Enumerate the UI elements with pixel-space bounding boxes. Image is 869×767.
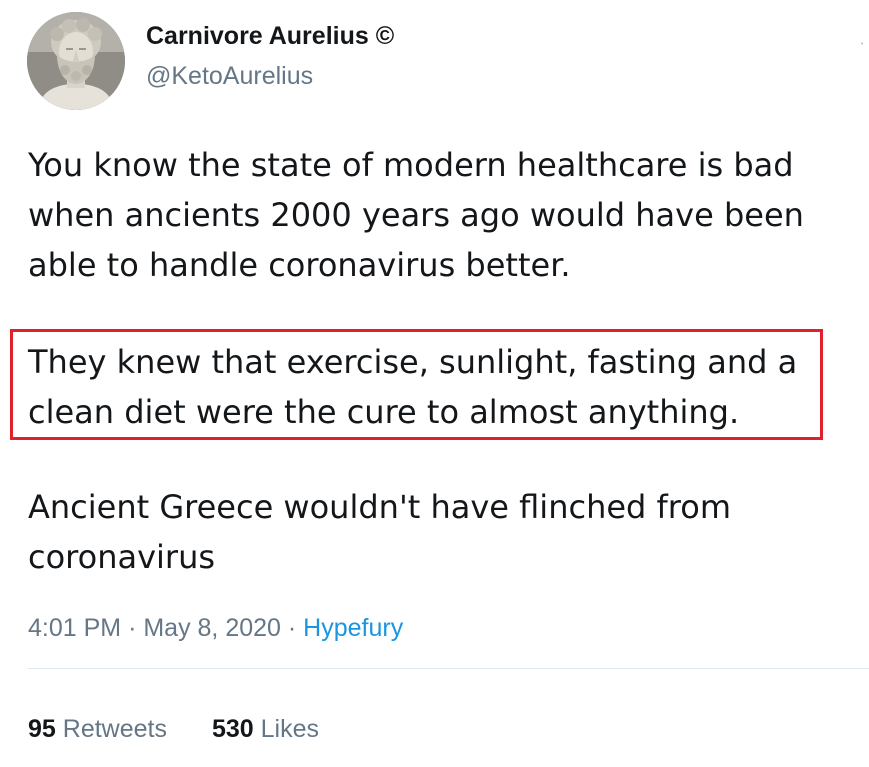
author-display-name[interactable]: Carnivore Aurelius © xyxy=(146,22,394,51)
divider xyxy=(28,668,869,669)
tweet-line: Ancient Greece wouldn't have flinched fr… xyxy=(28,488,731,526)
chevron-down-icon[interactable]: ˅ xyxy=(860,43,866,51)
author-handle[interactable]: @KetoAurelius xyxy=(146,62,313,91)
likes-stat[interactable]: 530 Likes xyxy=(212,715,319,744)
meta-separator: · xyxy=(128,614,137,642)
tweet-paragraph-3: Ancient Greece wouldn't have flinched fr… xyxy=(28,482,731,582)
tweet-card: Carnivore Aurelius © @KetoAurelius ˅ You… xyxy=(0,0,869,767)
retweets-stat[interactable]: 95 Retweets xyxy=(28,715,167,744)
marble-bust-avatar-icon xyxy=(27,12,125,110)
retweets-label: Retweets xyxy=(62,715,167,743)
likes-label: Likes xyxy=(260,715,319,743)
meta-separator: · xyxy=(287,614,297,642)
tweet-time[interactable]: 4:01 PM xyxy=(28,614,121,642)
tweet-date[interactable]: May 8, 2020 xyxy=(143,614,281,642)
tweet-meta: 4:01 PM · May 8, 2020 · Hypefury xyxy=(28,614,403,643)
tweet-line: coronavirus xyxy=(28,538,216,576)
tweet-stats: 95 Retweets 530 Likes xyxy=(28,715,319,744)
tweet-line: able to handle coronavirus better. xyxy=(28,246,571,284)
tweet-line: They knew that exercise, sunlight, fasti… xyxy=(28,343,798,381)
tweet-paragraph-1: You know the state of modern healthcare … xyxy=(28,140,804,290)
tweet-source-link[interactable]: Hypefury xyxy=(303,614,403,642)
avatar[interactable] xyxy=(27,12,125,110)
tweet-line: when ancients 2000 years ago would have … xyxy=(28,196,804,234)
tweet-paragraph-2: They knew that exercise, sunlight, fasti… xyxy=(28,337,797,437)
likes-count: 530 xyxy=(211,715,254,743)
tweet-line: You know the state of modern healthcare … xyxy=(28,146,794,184)
tweet-line: clean diet were the cure to almost anyth… xyxy=(28,393,740,431)
retweets-count: 95 xyxy=(28,715,56,743)
